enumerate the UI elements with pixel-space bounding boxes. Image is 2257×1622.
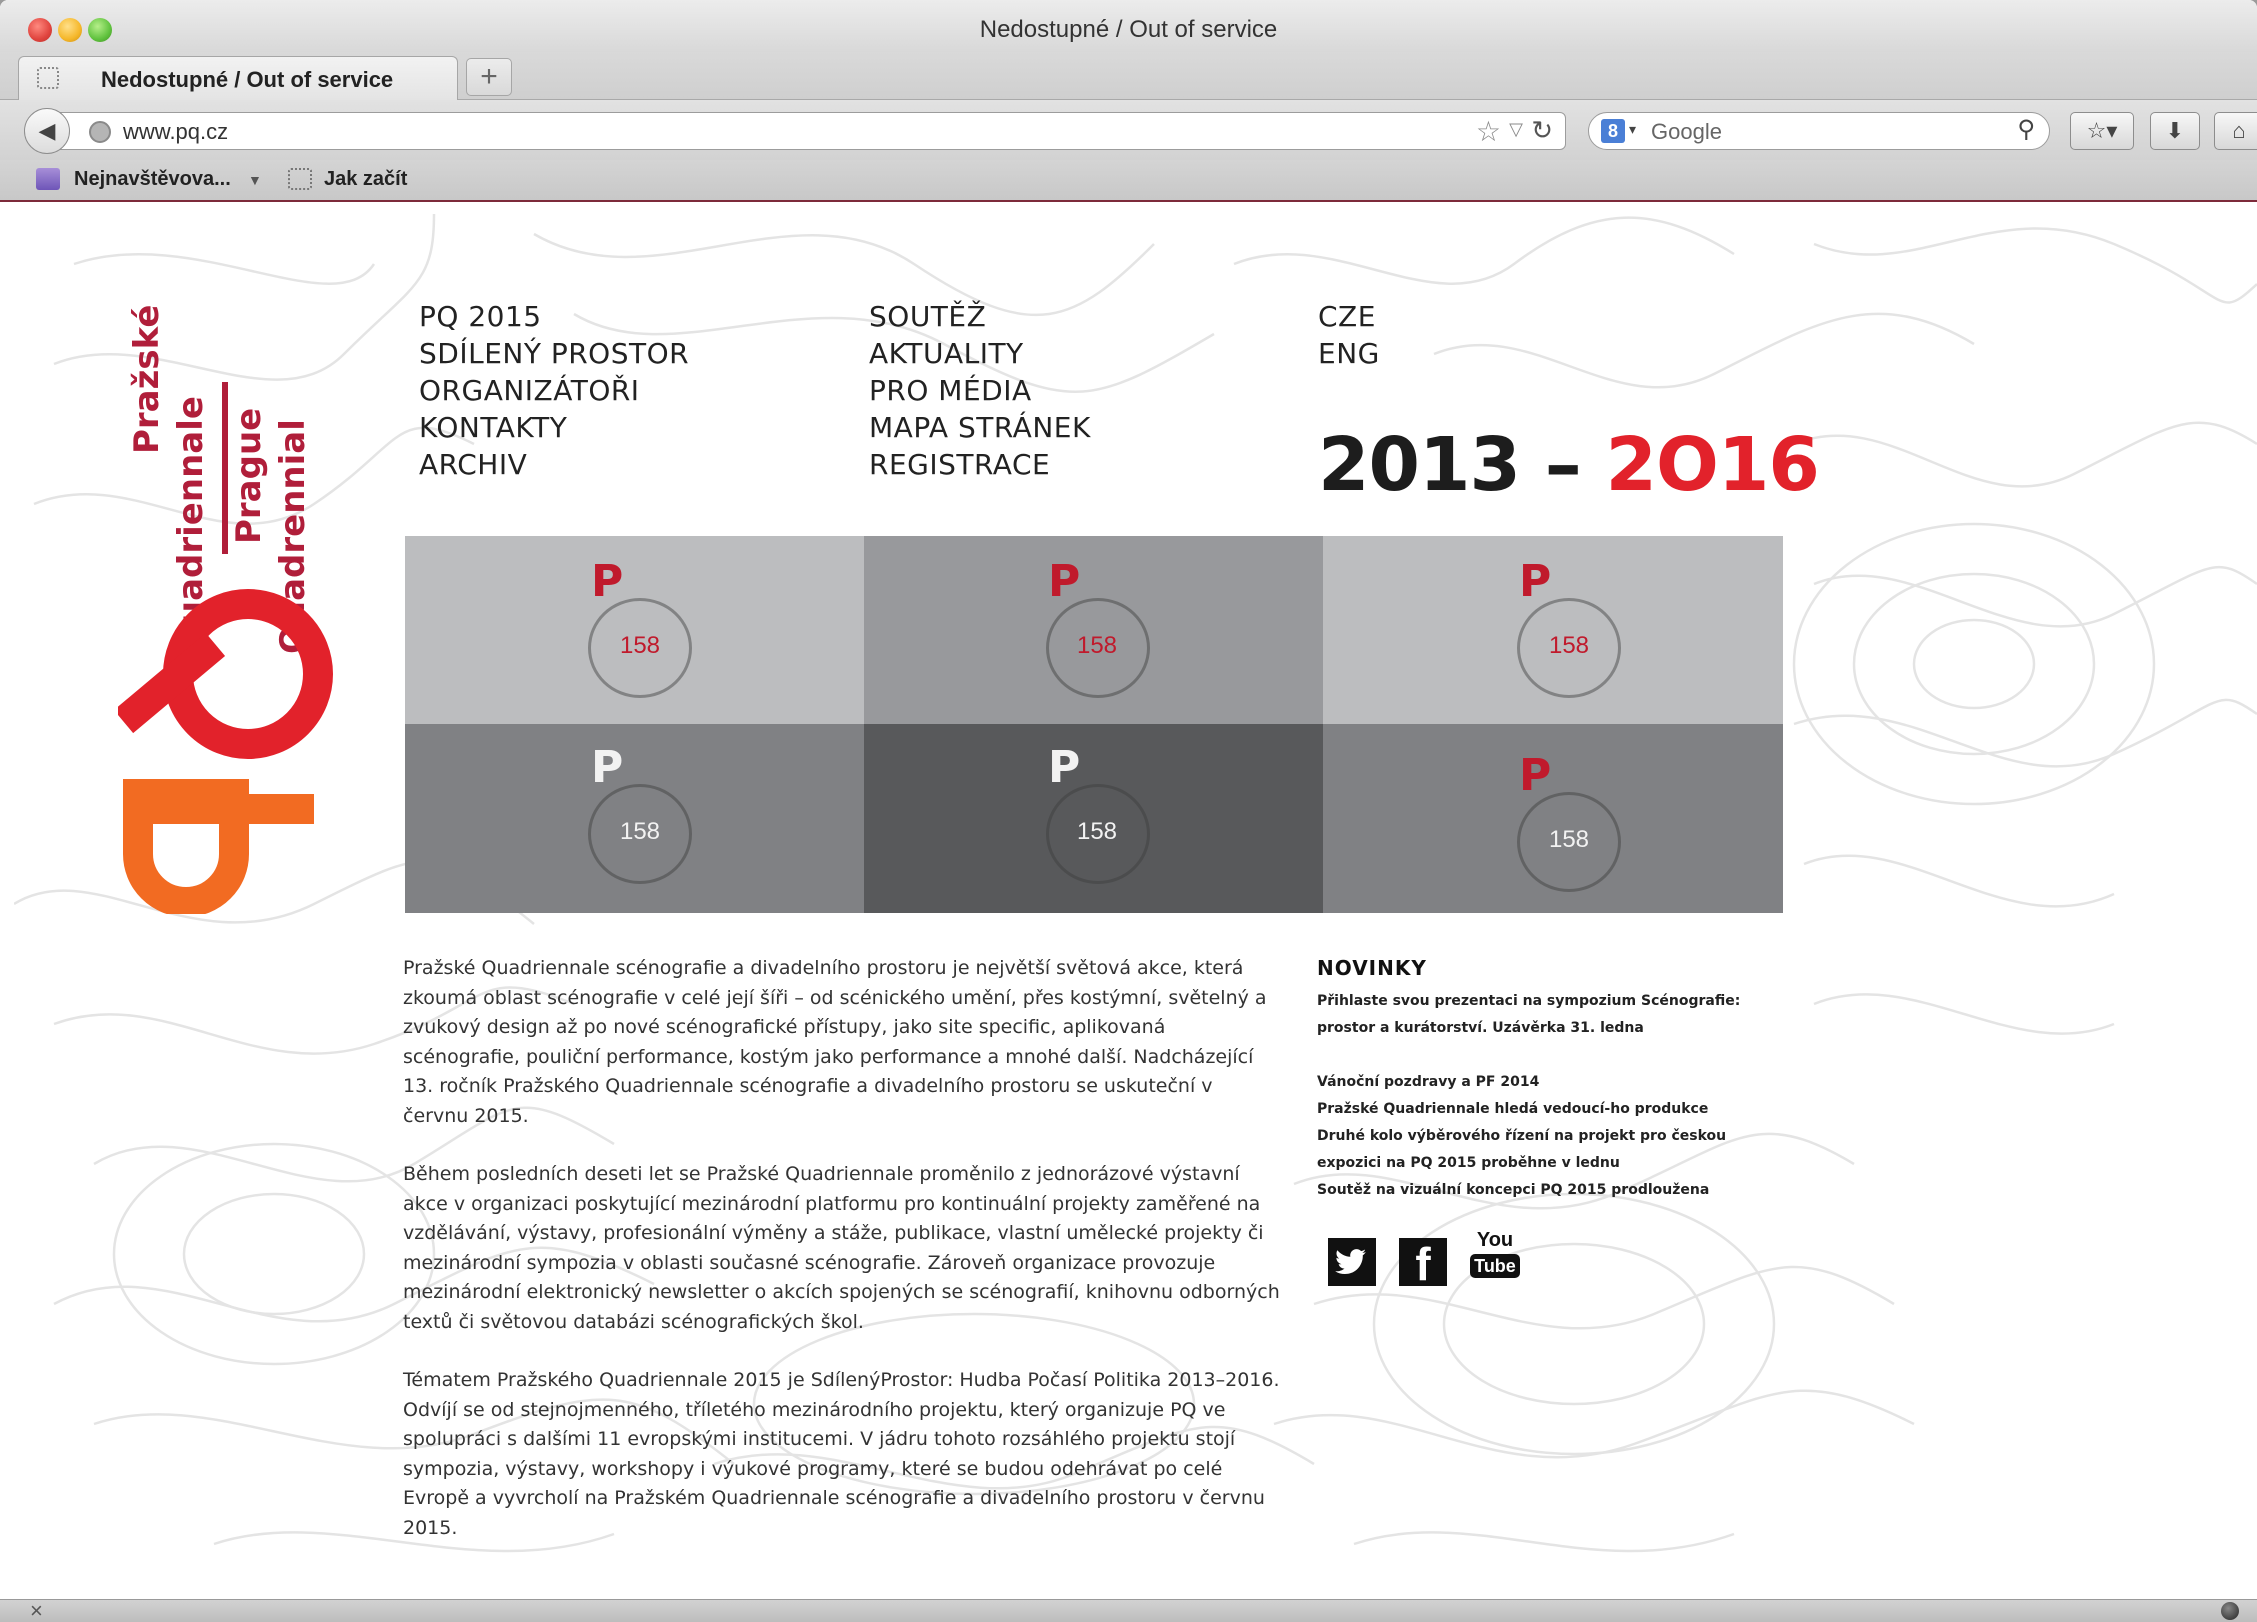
close-icon[interactable]: ×: [30, 1598, 43, 1622]
download-arrow-icon: ⬇: [2165, 118, 2185, 143]
year-end-digit-2: 2: [1605, 422, 1657, 508]
menu-item-mapa-stranek[interactable]: MAPA STRÁNEK: [869, 409, 1091, 446]
search-engine-dropdown-icon[interactable]: ▾: [1629, 121, 1636, 138]
logo-line-prague: Prague: [229, 408, 269, 544]
back-button[interactable]: ◀: [24, 108, 70, 154]
tile-letter: P: [591, 742, 624, 793]
bookmarks-toolbar: Nejnavštěvova... ▼ Jak začít: [0, 160, 2257, 202]
main-menu-column-1: PQ 2015 SDÍLENÝ PROSTOR ORGANIZÁTOŘI KON…: [419, 298, 689, 483]
tile-number: 158: [1548, 826, 1590, 853]
page-placeholder-icon: [288, 168, 312, 190]
menu-item-sdileny-prostor[interactable]: SDÍLENÝ PROSTOR: [419, 335, 689, 372]
home-button[interactable]: ⌂: [2214, 112, 2257, 150]
grid-tile-2[interactable]: P 158: [864, 536, 1324, 724]
year-dash: –: [1544, 422, 1582, 508]
menu-item-kontakty[interactable]: KONTAKTY: [419, 409, 689, 446]
web-page: Pražské Quadriennale Prague Quadrennial …: [14, 204, 2257, 1599]
menu-item-archiv[interactable]: ARCHIV: [419, 446, 689, 483]
bookmarks-menu-button[interactable]: ☆▾: [2070, 112, 2134, 150]
grid-tile-5[interactable]: P 158: [864, 724, 1324, 913]
bookmark-most-visited[interactable]: Nejnavštěvova...: [74, 168, 231, 191]
tile-number: 158: [1076, 818, 1118, 845]
tile-number: 158: [619, 818, 661, 845]
tile-letter: P: [1048, 556, 1081, 607]
year-range-heading: 2013 – 2O16: [1318, 422, 1820, 508]
url-text[interactable]: www.pq.cz: [123, 119, 228, 145]
highlight-grid: P 158 P 158 P 158 P 158 P 158 P 158: [405, 536, 1783, 913]
tile-letter: P: [1519, 750, 1552, 801]
logo-divider: [222, 382, 228, 554]
search-bar[interactable]: 8 ▾ Google ⚲: [1588, 112, 2050, 150]
intro-paragraph-3: Tématem Pražského Quadriennale 2015 je S…: [403, 1369, 1280, 1539]
pq-logo[interactable]: Pražské Quadriennale Prague Quadrennial: [118, 294, 338, 914]
youtube-label-top: You: [1476, 1229, 1514, 1251]
reload-icon[interactable]: ↻: [1531, 115, 1553, 146]
window-title: Nedostupné / Out of service: [979, 16, 1278, 43]
intro-paragraph-1: Pražské Quadriennale scénografie a divad…: [403, 957, 1267, 1127]
url-dropdown-icon[interactable]: ▽: [1509, 119, 1523, 140]
browser-window: Nedostupné / Out of service Nedostupné /…: [0, 0, 2257, 1622]
news-panel: NOVINKY Přihlaste svou prezentaci na sym…: [1317, 956, 1787, 1204]
favicon-placeholder-icon: [37, 67, 59, 89]
logo-line-prazske: Pražské: [127, 305, 167, 454]
tile-number: 158: [1076, 632, 1118, 659]
twitter-icon[interactable]: [1328, 1238, 1376, 1286]
youtube-label-bottom: Tube: [1470, 1254, 1520, 1278]
most-visited-folder-icon: [36, 168, 60, 190]
news-item-4[interactable]: Druhé kolo výběrového řízení na projekt …: [1317, 1123, 1787, 1177]
tab-active[interactable]: Nedostupné / Out of service: [18, 56, 458, 100]
tile-letter: P: [1519, 556, 1552, 607]
new-tab-button[interactable]: +: [466, 58, 512, 96]
navigation-toolbar: www.pq.cz ☆ ▽ ↻ ◀ 8 ▾ Google ⚲ ☆▾ ⬇ ⌂: [0, 100, 2257, 160]
youtube-icon[interactable]: You Tube: [1470, 1230, 1520, 1286]
menu-item-pro-media[interactable]: PRO MÉDIA: [869, 372, 1091, 409]
tile-letter: P: [591, 556, 624, 607]
grid-tile-3[interactable]: P 158: [1323, 536, 1783, 724]
url-bar[interactable]: www.pq.cz ☆ ▽ ↻: [56, 112, 1566, 150]
news-item-2[interactable]: Vánoční pozdravy a PF 2014: [1317, 1069, 1787, 1096]
menu-item-registrace[interactable]: REGISTRACE: [869, 446, 1091, 483]
grid-tile-1[interactable]: P 158: [405, 536, 865, 724]
bookmark-star-icon[interactable]: ☆: [1476, 115, 1501, 148]
intro-paragraph-2: Během posledních deseti let se Pražské Q…: [403, 1163, 1280, 1333]
menu-item-aktuality[interactable]: AKTUALITY: [869, 335, 1091, 372]
year-end-digit-0: O: [1656, 422, 1719, 508]
downloads-button[interactable]: ⬇: [2150, 112, 2200, 150]
language-eng[interactable]: ENG: [1318, 335, 1380, 372]
tile-letter: P: [1048, 742, 1081, 793]
tab-bar: Nedostupné / Out of service +: [0, 52, 2257, 100]
news-spacer: [1317, 1042, 1787, 1069]
tile-number: 158: [1548, 632, 1590, 659]
year-start: 2013: [1318, 422, 1521, 508]
search-input[interactable]: Google: [1651, 119, 1722, 145]
title-bar: Nedostupné / Out of service: [0, 0, 2257, 58]
intro-text: Pražské Quadriennale scénografie a divad…: [403, 954, 1283, 1572]
bookmark-getting-started[interactable]: Jak začít: [324, 168, 407, 191]
news-item-3[interactable]: Pražské Quadriennale hledá vedoucí-ho pr…: [1317, 1096, 1787, 1123]
news-item-1[interactable]: Přihlaste svou prezentaci na sympozium S…: [1317, 988, 1787, 1042]
language-cze[interactable]: CZE: [1318, 298, 1380, 335]
year-end-digits-16: 16: [1717, 422, 1820, 508]
news-item-5[interactable]: Soutěž na vizuální koncepci PQ 2015 prod…: [1317, 1177, 1787, 1204]
status-bar: ×: [0, 1598, 2257, 1622]
menu-item-organizatori[interactable]: ORGANIZÁTOŘI: [419, 372, 689, 409]
facebook-icon[interactable]: f: [1399, 1238, 1447, 1290]
tile-number: 158: [619, 632, 661, 659]
grid-tile-4[interactable]: P 158: [405, 724, 865, 913]
google-search-engine-icon[interactable]: 8: [1601, 119, 1625, 143]
home-icon: ⌂: [2232, 118, 2246, 143]
menu-item-pq-2015[interactable]: PQ 2015: [419, 298, 689, 335]
grid-tile-6[interactable]: P 158: [1323, 724, 1783, 913]
tab-label: Nedostupné / Out of service: [101, 67, 394, 92]
news-heading: NOVINKY: [1317, 956, 1427, 980]
bookmark-star-box-icon: ☆▾: [2086, 118, 2118, 143]
addon-status-icon[interactable]: [2221, 1602, 2239, 1620]
language-menu: CZE ENG: [1318, 298, 1380, 372]
search-icon[interactable]: ⚲: [2017, 115, 2035, 144]
globe-icon: [89, 121, 111, 143]
menu-item-soutez[interactable]: SOUTĚŽ: [869, 298, 1091, 335]
main-menu-column-2: SOUTĚŽ AKTUALITY PRO MÉDIA MAPA STRÁNEK …: [869, 298, 1091, 483]
chevron-down-icon[interactable]: ▼: [248, 172, 262, 188]
